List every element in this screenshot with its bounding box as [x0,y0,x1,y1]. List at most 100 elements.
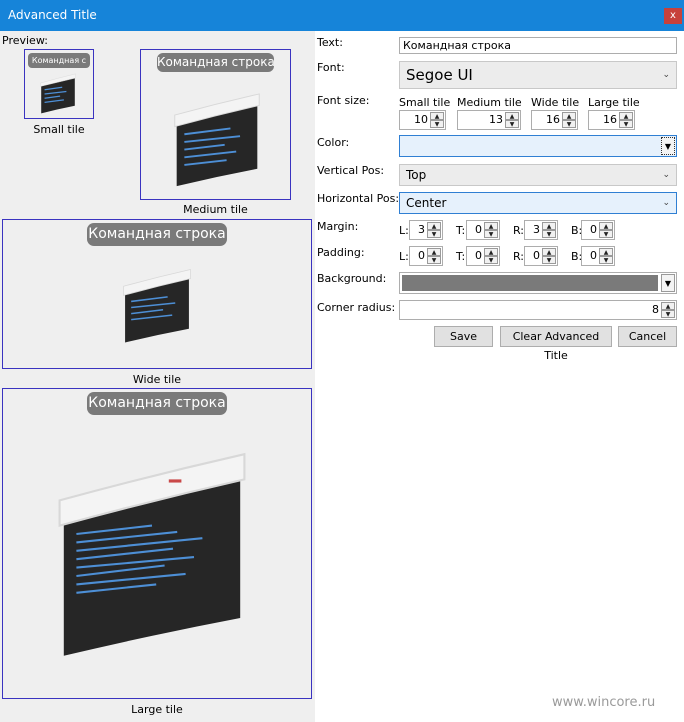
padding-top-stepper[interactable]: 0 ▲ ▼ [466,246,500,266]
large-tile-preview: Командная строка [2,388,312,699]
spin-up-icon[interactable]: ▲ [484,222,498,230]
dropdown-button[interactable]: ▼ [661,137,675,155]
spin-down-icon[interactable]: ▼ [562,120,576,128]
save-button[interactable]: Save [434,326,493,347]
stepper-value: 0 [590,223,597,236]
stepper-value: 16 [603,113,617,126]
spin-down-icon[interactable]: ▼ [427,230,441,238]
corner-radius-stepper[interactable]: 8 ▲ ▼ [399,300,677,320]
padding-left-label: L: [399,250,409,263]
stepper-value: 0 [533,249,540,262]
large-tile-size-label: Large tile [588,96,640,109]
spin-up-icon[interactable]: ▲ [430,112,444,120]
font-select-value: Segoe UI [406,66,473,84]
margin-left-label: L: [399,224,409,237]
spin-down-icon[interactable]: ▼ [661,310,675,318]
watermark: www.wincore.ru [552,695,656,710]
spin-up-icon[interactable]: ▲ [484,248,498,256]
spin-up-icon[interactable]: ▲ [562,112,576,120]
small-tile-caption: Small tile [33,123,85,136]
medium-tile-badge: Командная строка [157,53,274,72]
small-tile-preview: Командная с [24,49,94,119]
margin-bottom-stepper[interactable]: 0 ▲ ▼ [581,220,615,240]
spin-down-icon[interactable]: ▼ [484,256,498,264]
large-tile-size-stepper[interactable]: 16 ▲ ▼ [588,110,635,130]
spin-up-icon[interactable]: ▲ [542,222,556,230]
medium-tile-caption: Medium tile [183,203,248,216]
margin-top-label: T: [456,224,466,237]
spin-down-icon[interactable]: ▼ [430,120,444,128]
horizontal-pos-value: Center [406,196,447,210]
close-button[interactable]: x [664,8,682,24]
spin-down-icon[interactable]: ▼ [427,256,441,264]
stepper-value: 0 [475,223,482,236]
color-picker[interactable]: ▼ [399,135,677,157]
vertical-pos-select[interactable]: Top ⌄ [399,164,677,186]
background-swatch [402,275,658,291]
font-select[interactable]: Segoe UI ⌄ [399,61,677,89]
medium-tile-preview: Командная строка [140,49,291,200]
background-color-picker[interactable]: ▼ [399,272,677,294]
spin-down-icon[interactable]: ▼ [505,120,519,128]
terminal-icon [174,93,260,187]
spin-down-icon[interactable]: ▼ [619,120,633,128]
cancel-button[interactable]: Cancel [618,326,677,347]
horizontal-pos-label: Horizontal Pos: [317,192,400,205]
stepper-value: 10 [414,113,428,126]
corner-radius-label: Corner radius: [317,301,396,314]
title-text-input[interactable]: Командная строка [399,37,677,54]
color-label: Color: [317,136,350,149]
stepper-value: 0 [590,249,597,262]
large-tile-badge: Командная строка [87,392,227,415]
small-tile-size-stepper[interactable]: 10 ▲ ▼ [399,110,446,130]
spin-up-icon[interactable]: ▲ [542,248,556,256]
large-tile-caption: Large tile [131,703,183,716]
stepper-value: 16 [546,113,560,126]
medium-tile-size-label: Medium tile [457,96,522,109]
stepper-value: 0 [418,249,425,262]
spin-up-icon[interactable]: ▲ [661,302,675,310]
spin-up-icon[interactable]: ▲ [599,222,613,230]
wide-tile-badge: Командная строка [87,223,227,246]
preview-panel: Preview: Командная с Small tile Командна… [0,31,315,722]
clear-advanced-title-button[interactable]: Clear Advanced Title [500,326,612,362]
padding-right-label: R: [513,250,525,263]
terminal-icon [40,73,76,114]
margin-right-stepper[interactable]: 3 ▲ ▼ [524,220,558,240]
spin-down-icon[interactable]: ▼ [484,230,498,238]
padding-right-stepper[interactable]: 0 ▲ ▼ [524,246,558,266]
wide-tile-size-stepper[interactable]: 16 ▲ ▼ [531,110,578,130]
padding-bottom-stepper[interactable]: 0 ▲ ▼ [581,246,615,266]
margin-top-stepper[interactable]: 0 ▲ ▼ [466,220,500,240]
margin-right-label: R: [513,224,525,237]
vertical-pos-label: Vertical Pos: [317,164,385,177]
stepper-value: 3 [418,223,425,236]
spin-down-icon[interactable]: ▼ [599,256,613,264]
spin-down-icon[interactable]: ▼ [542,256,556,264]
spin-down-icon[interactable]: ▼ [599,230,613,238]
spin-down-icon[interactable]: ▼ [542,230,556,238]
background-label: Background: [317,272,387,285]
spin-up-icon[interactable]: ▲ [619,112,633,120]
chevron-down-icon: ⌄ [662,198,670,208]
wide-tile-size-label: Wide tile [531,96,580,109]
medium-tile-size-stepper[interactable]: 13 ▲ ▼ [457,110,521,130]
padding-top-label: T: [456,250,466,263]
spin-up-icon[interactable]: ▲ [505,112,519,120]
spin-up-icon[interactable]: ▲ [599,248,613,256]
chevron-down-icon: ⌄ [662,170,670,180]
dropdown-button[interactable]: ▼ [661,274,675,292]
window-title: Advanced Title [8,8,97,22]
spin-up-icon[interactable]: ▲ [427,222,441,230]
font-label: Font: [317,61,345,74]
padding-left-stepper[interactable]: 0 ▲ ▼ [409,246,443,266]
terminal-icon [58,452,246,656]
vertical-pos-value: Top [406,168,427,182]
spin-up-icon[interactable]: ▲ [427,248,441,256]
wide-tile-caption: Wide tile [132,373,182,386]
preview-label: Preview: [2,34,48,47]
margin-left-stepper[interactable]: 3 ▲ ▼ [409,220,443,240]
horizontal-pos-select[interactable]: Center ⌄ [399,192,677,214]
terminal-icon [123,269,191,343]
small-tile-badge: Командная с [28,53,90,68]
